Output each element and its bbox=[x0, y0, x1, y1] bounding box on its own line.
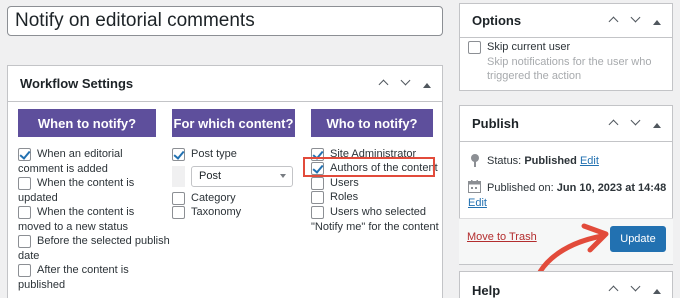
collapse-toggle-icon[interactable] bbox=[420, 77, 434, 91]
publish-title: Publish bbox=[472, 116, 519, 131]
taxonomy-option[interactable]: Taxonomy bbox=[172, 205, 241, 220]
when-editorial-comment-checkbox[interactable] bbox=[18, 148, 31, 161]
select-arrow-icon bbox=[280, 174, 286, 178]
option-label-continued: "Notify me" for the content bbox=[311, 221, 439, 233]
option-label-continued: date bbox=[18, 250, 40, 262]
users-checkbox[interactable] bbox=[311, 177, 324, 190]
highlight-annotation-box bbox=[303, 157, 435, 177]
skip-current-user-option[interactable]: Skip current user bbox=[468, 40, 570, 55]
category-label: Category bbox=[191, 192, 236, 204]
skip-current-user-checkbox[interactable] bbox=[468, 41, 481, 54]
collapse-toggle-icon[interactable] bbox=[650, 117, 664, 131]
publish-header: Publish bbox=[460, 106, 672, 142]
skip-current-user-label: Skip current user bbox=[487, 41, 571, 53]
before-publish-date-checkbox[interactable] bbox=[18, 235, 31, 248]
move-down-icon[interactable] bbox=[398, 75, 412, 91]
post-type-option[interactable]: Post type bbox=[172, 147, 237, 162]
post-type-select[interactable]: Post bbox=[191, 166, 293, 187]
skip-description-continued: triggered the action bbox=[487, 70, 582, 82]
options-title: Options bbox=[472, 13, 522, 28]
option-label-continued: updated bbox=[18, 192, 58, 204]
published-edit-link[interactable]: Edit bbox=[468, 195, 487, 211]
post-type-checkbox[interactable] bbox=[172, 148, 185, 161]
taxonomy-checkbox[interactable] bbox=[172, 206, 185, 219]
post-type-select-value: Post bbox=[199, 170, 222, 182]
when-status-changed-option[interactable]: When the content is bbox=[18, 205, 134, 220]
option-label: Users bbox=[330, 177, 359, 189]
post-type-label: Post type bbox=[191, 148, 237, 160]
option-label: Before the selected publish bbox=[37, 235, 170, 247]
pin-icon bbox=[471, 154, 479, 167]
move-down-icon[interactable] bbox=[628, 281, 642, 297]
published-on-value: Jun 10, 2023 at 14:48 bbox=[556, 182, 667, 194]
move-up-icon[interactable] bbox=[606, 14, 620, 28]
title-input[interactable]: Notify on editorial comments bbox=[7, 6, 443, 36]
when-content-updated-checkbox[interactable] bbox=[18, 177, 31, 190]
option-label-continued: published bbox=[18, 279, 66, 291]
calendar-icon bbox=[468, 180, 481, 193]
category-option[interactable]: Category bbox=[172, 191, 236, 206]
option-label-continued: moved to a new status bbox=[18, 221, 129, 233]
select-indent bbox=[172, 166, 185, 187]
status-value: Published bbox=[524, 155, 577, 167]
option-label: Roles bbox=[330, 191, 359, 203]
when-editorial-comment-option[interactable]: When an editorial bbox=[18, 147, 123, 162]
move-up-icon[interactable] bbox=[606, 283, 620, 297]
move-up-icon[interactable] bbox=[606, 117, 620, 131]
before-publish-date-option[interactable]: Before the selected publish bbox=[18, 234, 170, 249]
workflow-settings-header: Workflow Settings bbox=[8, 66, 442, 102]
for-which-content-heading: For which content? bbox=[172, 109, 295, 137]
after-published-checkbox[interactable] bbox=[18, 264, 31, 277]
after-published-option[interactable]: After the content is bbox=[18, 263, 129, 278]
help-box: Help bbox=[459, 271, 673, 298]
move-up-icon[interactable] bbox=[376, 77, 390, 91]
published-on-line: Published on: Jun 10, 2023 at 14:48 bbox=[487, 180, 666, 196]
option-label: When the content is bbox=[37, 177, 135, 189]
status-edit-link[interactable]: Edit bbox=[580, 155, 599, 167]
category-checkbox[interactable] bbox=[172, 192, 185, 205]
users-who-selected-option[interactable]: Users who selected bbox=[311, 205, 426, 220]
option-label: When an editorial bbox=[37, 148, 123, 160]
taxonomy-label: Taxonomy bbox=[191, 206, 242, 218]
collapse-toggle-icon[interactable] bbox=[650, 14, 664, 28]
users-option[interactable]: Users bbox=[311, 176, 359, 191]
help-header: Help bbox=[460, 272, 672, 298]
move-down-icon[interactable] bbox=[628, 12, 642, 28]
when-content-updated-option[interactable]: When the content is bbox=[18, 176, 134, 191]
workflow-settings-title: Workflow Settings bbox=[20, 76, 134, 91]
option-label: When the content is bbox=[37, 206, 135, 218]
options-header: Options bbox=[460, 4, 672, 38]
roles-option[interactable]: Roles bbox=[311, 190, 358, 205]
collapse-toggle-icon[interactable] bbox=[650, 283, 664, 297]
option-label: Users who selected bbox=[330, 206, 426, 218]
status-line: Status: Published Edit bbox=[487, 153, 599, 169]
users-who-selected-checkbox[interactable] bbox=[311, 206, 324, 219]
when-status-changed-checkbox[interactable] bbox=[18, 206, 31, 219]
status-label: Status: bbox=[487, 155, 522, 167]
published-on-label: Published on: bbox=[487, 182, 554, 194]
help-title: Help bbox=[472, 282, 501, 298]
option-label-continued: comment is added bbox=[18, 163, 108, 175]
when-to-notify-heading: When to notify? bbox=[18, 109, 156, 137]
option-label: After the content is bbox=[37, 264, 129, 276]
move-down-icon[interactable] bbox=[628, 115, 642, 131]
update-button[interactable]: Update bbox=[610, 226, 666, 252]
roles-checkbox[interactable] bbox=[311, 191, 324, 204]
who-to-notify-heading: Who to notify? bbox=[311, 109, 433, 137]
